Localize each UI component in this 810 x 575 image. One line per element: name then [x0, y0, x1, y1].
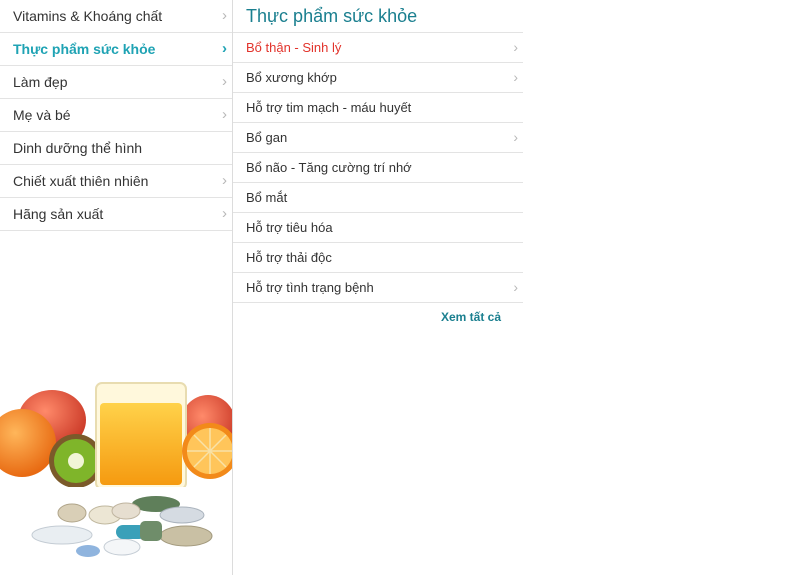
submenu-item-label: Bổ não - Tăng cường trí nhớ [246, 160, 412, 175]
sidebar-item-natural-extracts[interactable]: Chiết xuất thiên nhiên › [0, 165, 232, 198]
submenu-item[interactable]: Hỗ trợ tim mạch - máu huyết [233, 93, 523, 123]
sidebar-item-label: Mẹ và bé [13, 107, 71, 123]
submenu-item[interactable]: Bổ não - Tăng cường trí nhớ [233, 153, 523, 183]
submenu-item[interactable]: Bổ xương khớp › [233, 63, 523, 93]
chevron-right-icon: › [222, 106, 227, 123]
sidebar-item-sports-nutrition[interactable]: Dinh dưỡng thể hình [0, 132, 232, 165]
sidebar-item-vitamins[interactable]: Vitamins & Khoáng chất › [0, 0, 232, 33]
submenu-item-label: Hỗ trợ thải độc [246, 250, 332, 265]
chevron-right-icon: › [513, 129, 518, 145]
promo-image [0, 375, 232, 575]
submenu-item-label: Bổ gan [246, 130, 288, 145]
view-all-link[interactable]: Xem tất cả [441, 310, 501, 324]
submenu-item-label: Bổ xương khớp [246, 70, 337, 85]
sidebar-item-label: Vitamins & Khoáng chất [13, 8, 163, 24]
submenu-item[interactable]: Hỗ trợ tiêu hóa [233, 213, 523, 243]
submenu-item[interactable]: Bổ mắt [233, 183, 523, 213]
sidebar-item-label: Làm đẹp [13, 74, 68, 90]
chevron-right-icon: › [222, 205, 227, 222]
chevron-right-icon: › [513, 39, 518, 55]
sidebar-item-mother-baby[interactable]: Mẹ và bé › [0, 99, 232, 132]
chevron-right-icon: › [513, 279, 518, 295]
mega-menu: Vitamins & Khoáng chất › Thực phẩm sức k… [0, 0, 810, 575]
chevron-right-icon: › [222, 40, 227, 57]
submenu-item[interactable]: Hỗ trợ thải độc [233, 243, 523, 273]
submenu-item-label: Hỗ trợ tim mạch - máu huyết [246, 100, 412, 115]
sidebar-item-beauty[interactable]: Làm đẹp › [0, 66, 232, 99]
chevron-right-icon: › [222, 172, 227, 189]
submenu-item-label: Hỗ trợ tình trạng bệnh [246, 280, 374, 295]
submenu-item-label: Bổ thận - Sinh lý [246, 40, 342, 55]
sidebar-item-label: Dinh dưỡng thể hình [13, 140, 143, 156]
sidebar-item-health-food[interactable]: Thực phẩm sức khỏe › [0, 33, 232, 66]
submenu-item-label: Hỗ trợ tiêu hóa [246, 220, 333, 235]
sidebar-item-manufacturers[interactable]: Hãng sản xuất › [0, 198, 232, 231]
chevron-right-icon: › [222, 73, 227, 90]
sidebar-item-label: Chiết xuất thiên nhiên [13, 173, 149, 189]
sidebar-item-label: Thực phẩm sức khỏe [13, 41, 156, 57]
chevron-right-icon: › [222, 7, 227, 24]
submenu-item[interactable]: Bổ gan › [233, 123, 523, 153]
submenu-item-label: Bổ mắt [246, 190, 288, 205]
submenu-panel: Thực phẩm sức khỏe Bổ thận - Sinh lý › B… [233, 0, 523, 324]
submenu-title: Thực phẩm sức khỏe [233, 0, 523, 33]
sidebar-item-label: Hãng sản xuất [13, 206, 104, 222]
chevron-right-icon: › [513, 69, 518, 85]
fruit-pills-illustration [0, 382, 232, 575]
submenu-item[interactable]: Hỗ trợ tình trạng bệnh › [233, 273, 523, 303]
category-sidebar: Vitamins & Khoáng chất › Thực phẩm sức k… [0, 0, 233, 575]
submenu-item[interactable]: Bổ thận - Sinh lý › [233, 33, 523, 63]
